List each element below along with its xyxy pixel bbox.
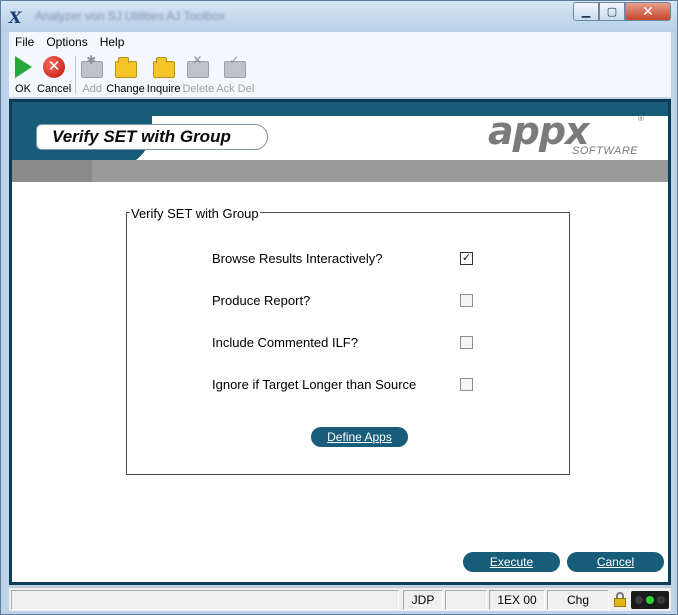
- browse-results-checkbox[interactable]: ✓: [460, 252, 473, 265]
- ack-delete-icon: ✓: [224, 53, 247, 78]
- cancel-label: Cancel: [37, 83, 72, 95]
- app-window: X Analyzer von SJ Utilities AJ Toolbox ▁…: [0, 0, 678, 615]
- ok-button[interactable]: OK: [11, 52, 35, 95]
- header-gray-left: [12, 160, 92, 182]
- ok-label: OK: [15, 83, 31, 95]
- status-action: Chg: [547, 590, 609, 610]
- traffic-light-icon: [631, 591, 669, 609]
- delete-label: Delete: [182, 83, 215, 95]
- cancel-button[interactable]: Cancel: [567, 552, 664, 572]
- produce-report-checkbox[interactable]: [460, 294, 473, 307]
- lock-icon: [613, 592, 627, 608]
- define-apps-button[interactable]: Define Apps: [311, 427, 408, 447]
- appx-icon[interactable]: X: [9, 8, 21, 27]
- browse-results-label: Browse Results Interactively?: [212, 251, 383, 266]
- produce-report-label: Produce Report?: [212, 293, 311, 308]
- minimize-button[interactable]: ▁: [573, 2, 599, 21]
- window-title: Analyzer von SJ Utilities AJ Toolbox: [35, 9, 225, 23]
- page-title: Verify SET with Group: [52, 127, 231, 146]
- toolbar: OK ✕ Cancel ✱ Add Change Inquire ✕ Delet…: [9, 52, 671, 98]
- inquire-icon: [152, 56, 175, 78]
- status-bar: JDP 1EX 00 Chg: [9, 587, 671, 611]
- light-red: [635, 596, 644, 604]
- include-commented-ilf-label: Include Commented ILF?: [212, 335, 358, 350]
- change-icon: [114, 56, 137, 78]
- add-button[interactable]: ✱ Add: [80, 52, 104, 95]
- light-green: [645, 596, 654, 604]
- cancel-icon: ✕: [43, 56, 66, 78]
- execute-button[interactable]: Execute: [463, 552, 560, 572]
- status-message: [11, 590, 399, 610]
- ignore-target-longer-checkbox[interactable]: [460, 378, 473, 391]
- light-off: [656, 596, 665, 604]
- ack-delete-button[interactable]: ✓ Ack Del: [216, 52, 255, 96]
- window-controls: ▁ ▢ ✕: [573, 2, 671, 21]
- header-banner: Verify SET with Group appx SOFTWARE ®: [12, 102, 668, 182]
- header-gray-band: [12, 160, 668, 182]
- include-commented-ilf-checkbox[interactable]: [460, 336, 473, 349]
- status-blank: [445, 590, 487, 610]
- ack-delete-label: Ack Del: [216, 83, 255, 95]
- ok-icon: [14, 56, 32, 78]
- status-user: JDP: [403, 590, 443, 610]
- maximize-icon: ▢: [606, 6, 618, 18]
- inquire-label: Inquire: [146, 83, 181, 95]
- inquire-button[interactable]: Inquire: [146, 52, 181, 95]
- cancel-toolbar-button[interactable]: ✕ Cancel: [37, 52, 71, 95]
- add-label: Add: [82, 83, 103, 95]
- delete-icon: ✕: [187, 53, 210, 78]
- change-button[interactable]: Change: [106, 52, 145, 95]
- menu-options[interactable]: Options: [40, 35, 93, 49]
- group-legend: Verify SET with Group: [130, 206, 260, 221]
- logo-software: SOFTWARE: [572, 145, 639, 157]
- status-process: 1EX 00: [489, 590, 545, 610]
- check-icon: ✓: [461, 252, 472, 264]
- add-icon: ✱: [81, 53, 104, 78]
- close-button[interactable]: ✕: [625, 2, 671, 21]
- ignore-target-longer-label: Ignore if Target Longer than Source: [212, 377, 417, 392]
- close-icon: ✕: [642, 3, 654, 19]
- app-area: Verify SET with Group appx SOFTWARE ® Ve…: [9, 99, 671, 585]
- change-label: Change: [106, 83, 145, 95]
- form-content: Verify SET with Group Browse Results Int…: [12, 182, 668, 582]
- logo-registered: ®: [638, 114, 644, 123]
- toolbar-separator: [75, 56, 77, 94]
- minimize-icon: ▁: [581, 6, 591, 18]
- menu-help[interactable]: Help: [94, 35, 131, 49]
- maximize-button[interactable]: ▢: [599, 2, 625, 21]
- title-bar[interactable]: X Analyzer von SJ Utilities AJ Toolbox ▁…: [1, 1, 677, 32]
- delete-button[interactable]: ✕ Delete: [182, 52, 215, 96]
- menu-bar: File Options Help: [9, 32, 671, 52]
- menu-file[interactable]: File: [9, 35, 40, 49]
